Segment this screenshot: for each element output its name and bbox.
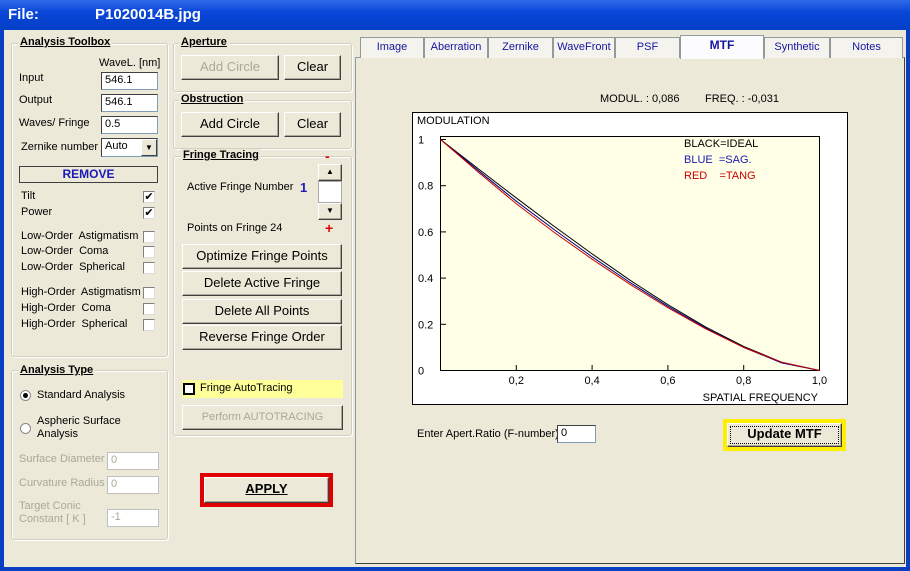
x-axis-label: SPATIAL FREQUENCY [703,392,819,404]
aperture-clear-button[interactable]: Clear [284,55,341,80]
remove-item-checkbox[interactable] [143,231,155,243]
aspheric-analysis-label: Aspheric Surface Analysis [37,415,121,440]
remove-item-label: High-Order Coma [21,302,111,314]
tab-zernike[interactable]: Zernike [488,37,553,58]
arrow-down-icon: ▼ [326,206,334,215]
surface-diameter-label: Surface Diameter [19,453,105,465]
remove-item-label: Tilt [21,190,36,202]
apert-ratio-field[interactable]: 0 [557,425,596,443]
remove-item-checkbox[interactable] [143,303,155,315]
wavel-header: WaveL. [nm] [99,57,161,69]
tab-mtf[interactable]: MTF [680,35,764,59]
zernike-value: Auto [105,140,128,152]
remove-item-checkbox[interactable] [143,246,155,258]
minus-icon: - [325,148,330,164]
plot-area [440,136,820,371]
remove-item-label: High-Order Spherical [21,318,128,330]
fringe-scroll-track[interactable] [318,181,342,203]
remove-item-checkbox[interactable]: ✔ [143,191,155,203]
y-tick-label: 0 [418,366,424,378]
output-wavelength-field[interactable]: 546.1 [101,94,158,112]
remove-label: REMOVE [19,166,158,183]
target-conic-label: Target Conic Constant [ K ] [19,500,86,525]
x-tick-label: 0,6 [660,375,675,387]
y-tick-label: 0.8 [418,181,433,193]
remove-item-label: Power [21,206,53,218]
x-tick-label: 0,4 [584,375,599,387]
legend-sag: BLUE =SAG. [684,154,752,166]
remove-item-checkbox[interactable] [143,262,155,274]
input-wavelength-field[interactable]: 546.1 [101,72,158,90]
legend-tang: RED =TANG [684,170,756,182]
chevron-down-icon[interactable]: ▼ [141,139,157,156]
waves-fringe-label: Waves/ Fringe [19,117,90,129]
fringe-up-button[interactable]: ▲ [318,164,342,181]
fringe-tracing-legend: Fringe Tracing [181,149,261,161]
remove-item-label: Low-Order Coma [21,245,109,257]
mtf-chart: MODULATION SPATIAL FREQUENCY 0,2 0,4 0,6 0,… [412,112,848,405]
x-tick-label: 0,2 [509,375,524,387]
modul-readout: MODUL. : 0,086 [600,93,680,105]
freq-readout: FREQ. : -0,031 [705,93,779,105]
waves-fringe-field[interactable]: 0.5 [101,116,158,134]
analysis-toolbox-legend: Analysis Toolbox [18,36,113,48]
y-tick-label: 0.2 [418,319,433,331]
zernike-select[interactable]: Auto ▼ [101,138,158,157]
curvature-radius-field[interactable]: 0 [107,476,159,494]
optimize-fringe-points-button[interactable]: Optimize Fringe Points [182,244,342,269]
standard-analysis-label: Standard Analysis [37,389,126,401]
title-label: File: [8,6,39,23]
perform-autotracing-button[interactable]: Perform AUTOTRACING [182,405,343,430]
points-on-fringe-label: Points on Fringe 24 [187,222,283,234]
apply-button[interactable]: APPLY [204,477,329,503]
y-tick-label: 1 [418,135,424,147]
active-fringe-value: 1 [300,180,308,195]
tab-notes[interactable]: Notes [830,37,903,58]
obstruction-add-circle-button[interactable]: Add Circle [181,112,279,137]
tab-synthetic[interactable]: Synthetic [764,37,830,58]
y-tick-label: 0.6 [418,227,433,239]
target-conic-field[interactable]: -1 [107,509,159,527]
remove-item-label: Low-Order Spherical [21,261,125,273]
update-mtf-button[interactable]: Update MTF [727,423,842,447]
tab-wavefront[interactable]: WaveFront [553,37,615,58]
fringe-autotracing-checkbox[interactable] [183,383,195,395]
legend-ideal: BLACK=IDEAL [684,138,758,150]
plus-icon: + [325,220,334,236]
fringe-autotracing-label: Fringe AutoTracing [200,382,293,394]
obstruction-clear-button[interactable]: Clear [284,112,341,137]
standard-analysis-radio[interactable] [20,390,31,401]
apert-ratio-label: Enter Apert.Ratio (F-number) [417,428,559,440]
remove-item-checkbox[interactable] [143,319,155,331]
output-label: Output [19,94,53,106]
aspheric-analysis-radio[interactable] [20,423,31,434]
analysis-type-legend: Analysis Type [18,364,96,376]
reverse-fringe-order-button[interactable]: Reverse Fringe Order [182,325,342,350]
remove-item-label: High-Order Astigmatism [21,286,141,298]
title-filename: P1020014B.jpg [95,6,201,23]
remove-item-checkbox[interactable]: ✔ [143,207,155,219]
fringe-down-button[interactable]: ▼ [318,203,342,220]
y-axis-label: MODULATION [417,115,490,127]
tab-image[interactable]: Image [360,37,424,58]
curvature-radius-label: Curvature Radius [19,477,105,489]
surface-diameter-field[interactable]: 0 [107,452,159,470]
delete-all-points-button[interactable]: Delete All Points [182,299,342,324]
active-fringe-label: Active Fringe Number [187,181,294,193]
remove-item-label: Low-Order Astigmatism [21,230,139,242]
tab-aberration[interactable]: Aberration [424,37,488,58]
delete-active-fringe-button[interactable]: Delete Active Fringe [182,271,342,296]
arrow-up-icon: ▲ [326,167,334,176]
tab-psf[interactable]: PSF [615,37,680,58]
title-bar: File: P1020014B.jpg [0,0,910,30]
remove-item-checkbox[interactable] [143,287,155,299]
y-tick-label: 0.4 [418,273,433,285]
input-label: Input [19,72,44,84]
x-tick-label: 0,8 [736,375,751,387]
aperture-legend: Aperture [179,36,229,48]
x-tick-label: 1,0 [812,375,827,387]
obstruction-legend: Obstruction [179,93,246,105]
aperture-add-circle-button[interactable]: Add Circle [181,55,279,80]
zernike-label: Zernike number [21,141,99,153]
